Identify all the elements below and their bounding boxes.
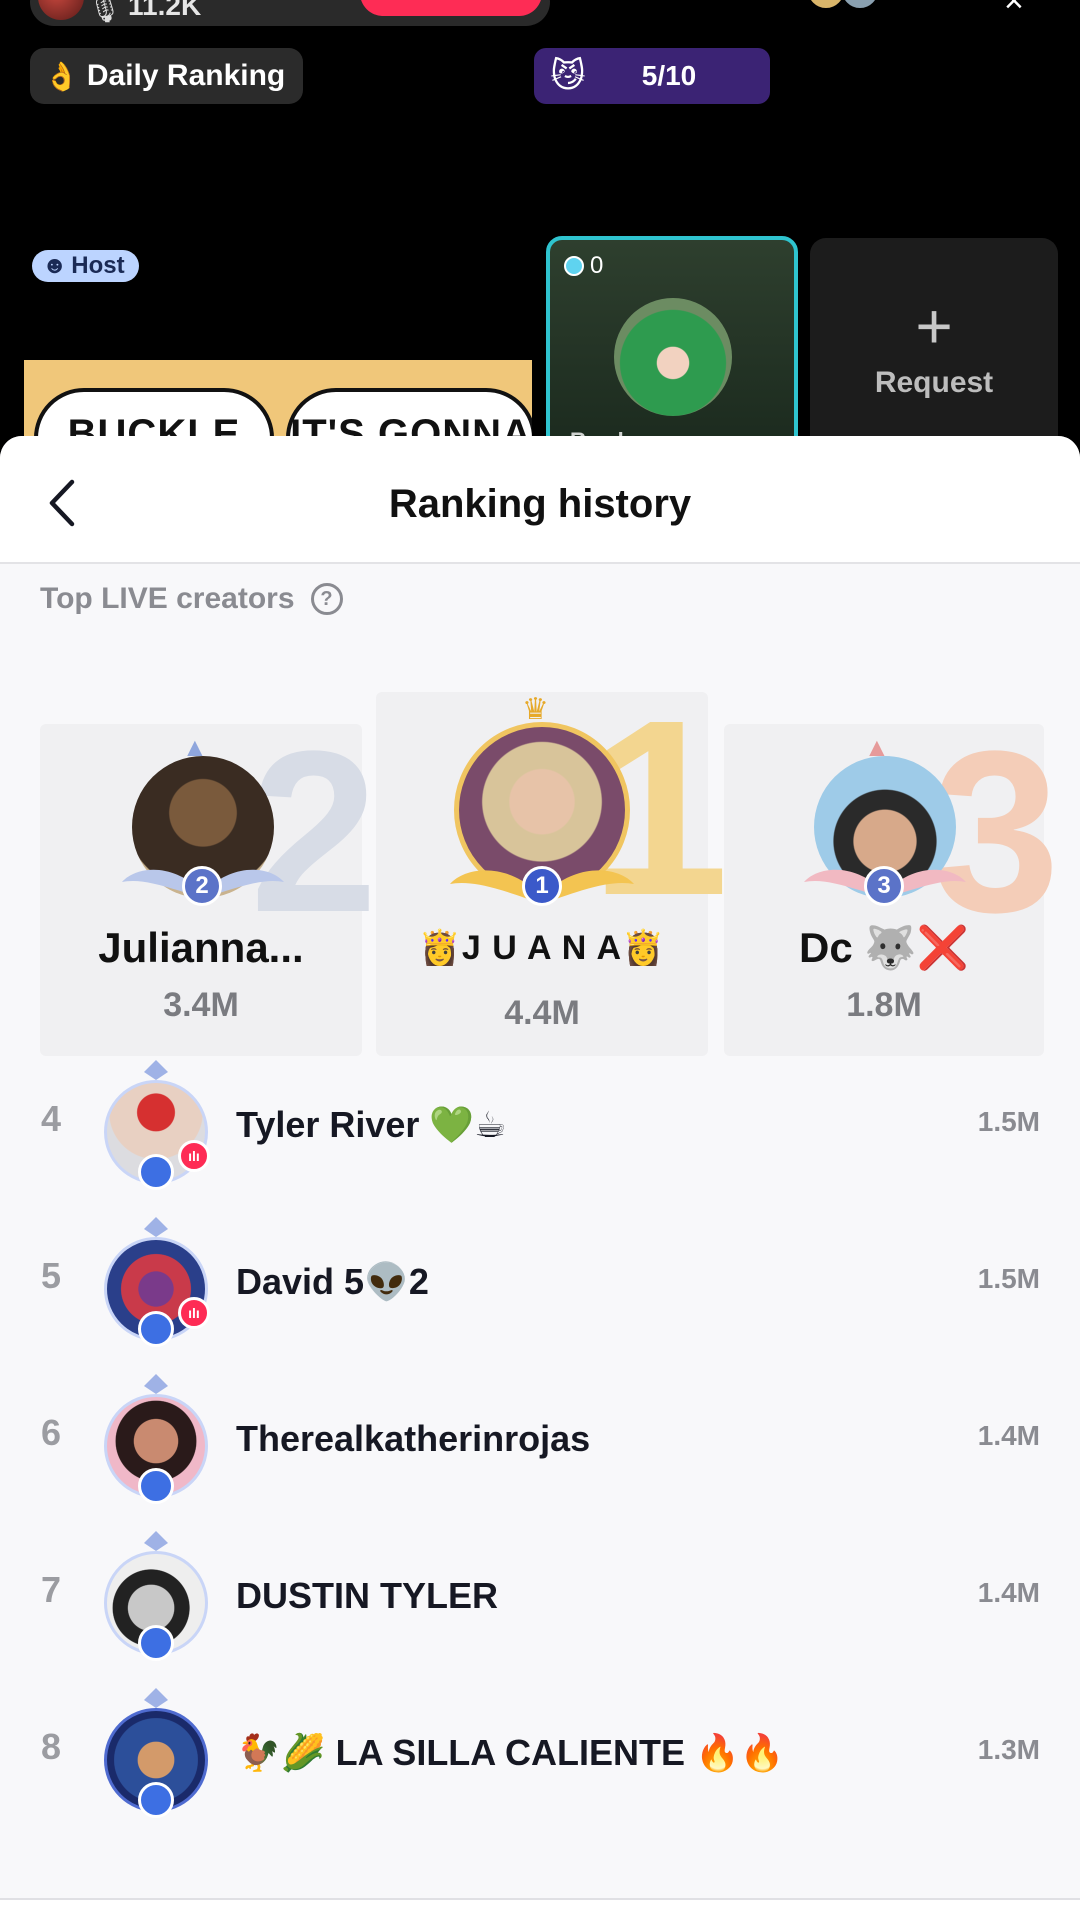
- row-avatar[interactable]: ılı: [100, 1060, 212, 1190]
- close-icon[interactable]: ×: [1004, 0, 1024, 21]
- row-name: DUSTIN TYLER: [236, 1575, 499, 1616]
- host-badge: ☻ Host: [32, 250, 139, 282]
- muted-mic-icon: 🎙: [88, 0, 122, 24]
- ranking-row[interactable]: 6 Therealkatherinrojas 1.4M: [0, 1356, 1080, 1513]
- help-icon[interactable]: ?: [310, 583, 343, 615]
- request-label: Request: [874, 366, 994, 399]
- ranking-row[interactable]: 4 ılı Tyler River 💚☕ 1.5M: [0, 1042, 1080, 1199]
- bottom-edge: [0, 1898, 1080, 1920]
- guest-gift-count-value: 0: [590, 252, 604, 279]
- fire-badge-icon: [138, 1468, 174, 1504]
- viewer-avatar[interactable]: [840, 0, 880, 10]
- gem-icon: [564, 256, 584, 276]
- row-avatar[interactable]: ılı: [100, 1217, 212, 1347]
- host-label: Host: [71, 252, 125, 279]
- goal-progress-value: 5/10: [641, 60, 697, 91]
- live-indicator-icon: ılı: [178, 1297, 210, 1329]
- host-video-frame: BUCKLE IT'S GONNA: [24, 360, 532, 440]
- podium-score: 3.4M: [163, 986, 239, 1024]
- podium-name: Dc 🐺❌: [799, 924, 969, 971]
- live-indicator-icon: ılı: [178, 1140, 210, 1172]
- ranking-history-sheet: Ranking history Top LIVE creators ? 2 ▲ …: [0, 436, 1080, 1920]
- crest-icon: [144, 1217, 168, 1237]
- viewer-count: 11.2K: [128, 0, 202, 21]
- podium-card-rank-2[interactable]: 2 ▲ 2 Julianna... 3.4M: [40, 717, 378, 1056]
- daily-ranking-button[interactable]: 👌 Daily Ranking: [30, 48, 304, 104]
- sheet-title: Ranking history: [388, 482, 692, 526]
- row-name: David 5👽2: [236, 1261, 429, 1302]
- crest-icon: [144, 1531, 168, 1551]
- section-header: Top LIVE creators ?: [40, 582, 343, 616]
- podium-card-rank-3[interactable]: 3 ▲ 3 Dc 🐺❌ 1.8M: [724, 717, 1060, 1056]
- row-name: Tyler River 💚☕: [236, 1104, 507, 1145]
- row-name: Therealkatherinrojas: [236, 1418, 591, 1459]
- stream-sign-text: IT'S GONNA: [286, 388, 532, 440]
- live-stream-background: 🎙 11.2K × 👌 Daily Ranking 😼 5/10 ☻ Host …: [0, 0, 1080, 440]
- podium-name: Julianna...: [98, 924, 304, 971]
- row-name: 🐓🌽 LA SILLA CALIENTE 🔥🔥: [236, 1732, 785, 1773]
- row-score: 1.5M: [977, 1263, 1040, 1294]
- crest-icon: [144, 1060, 168, 1080]
- flame-icon: 👌: [44, 60, 79, 92]
- crest-icon: [144, 1688, 168, 1708]
- section-label: Top LIVE creators: [40, 582, 295, 615]
- plus-icon: +: [915, 290, 953, 362]
- row-rank: 6: [40, 1412, 62, 1453]
- stream-sign-text: BUCKLE: [34, 388, 274, 440]
- ranking-row[interactable]: 8 🐓🌽 LA SILLA CALIENTE 🔥🔥 1.3M: [0, 1670, 1080, 1827]
- row-score: 1.4M: [977, 1420, 1040, 1451]
- rank-medal: 2: [182, 866, 222, 906]
- rank-medal: 1: [522, 866, 562, 906]
- podium-score: 1.8M: [846, 986, 922, 1024]
- request-guest-button[interactable]: + Request: [810, 238, 1058, 440]
- podium-card-rank-1[interactable]: 1 ♛ 1 👸J U A N A👸 4.4M: [376, 683, 729, 1056]
- ranking-row[interactable]: 7 DUSTIN TYLER 1.4M: [0, 1513, 1080, 1670]
- guest-gift-count: 0: [564, 252, 603, 280]
- row-score: 1.3M: [977, 1734, 1040, 1765]
- fire-badge-icon: [138, 1625, 174, 1661]
- guest-avatar[interactable]: [614, 298, 732, 416]
- row-avatar[interactable]: [100, 1374, 212, 1504]
- podium-name: 👸J U A N A👸: [418, 929, 666, 967]
- guest-tile[interactable]: 0 Rambo: [546, 236, 798, 440]
- goal-progress-pill[interactable]: 😼 5/10: [534, 48, 770, 104]
- fire-badge-icon: [138, 1311, 174, 1347]
- host-icon: ☻: [42, 252, 68, 279]
- ranking-row[interactable]: 5 ılı David 5👽2 1.5M: [0, 1199, 1080, 1356]
- sheet-header: Ranking history: [0, 436, 1080, 564]
- row-score: 1.4M: [977, 1577, 1040, 1608]
- mascot-icon: 😼: [550, 57, 586, 95]
- top-viewers-avatars[interactable]: [806, 0, 906, 10]
- rank-medal: 3: [864, 866, 904, 906]
- follow-button[interactable]: [360, 0, 542, 16]
- fire-badge-icon: [138, 1154, 174, 1190]
- podium-score: 4.4M: [504, 994, 580, 1032]
- row-avatar[interactable]: [100, 1531, 212, 1661]
- fire-badge-icon: [138, 1782, 174, 1818]
- row-rank: 7: [40, 1569, 62, 1610]
- crest-icon: [144, 1374, 168, 1394]
- row-score: 1.5M: [977, 1106, 1040, 1137]
- row-rank: 4: [40, 1098, 62, 1139]
- daily-ranking-label: Daily Ranking: [86, 59, 286, 92]
- row-avatar[interactable]: [100, 1688, 212, 1818]
- row-rank: 5: [40, 1255, 62, 1296]
- ranking-list: 4 ılı Tyler River 💚☕ 1.5M 5 ılı David 5👽…: [0, 1042, 1080, 1827]
- row-rank: 8: [40, 1726, 62, 1767]
- viewer-avatar[interactable]: [806, 0, 846, 10]
